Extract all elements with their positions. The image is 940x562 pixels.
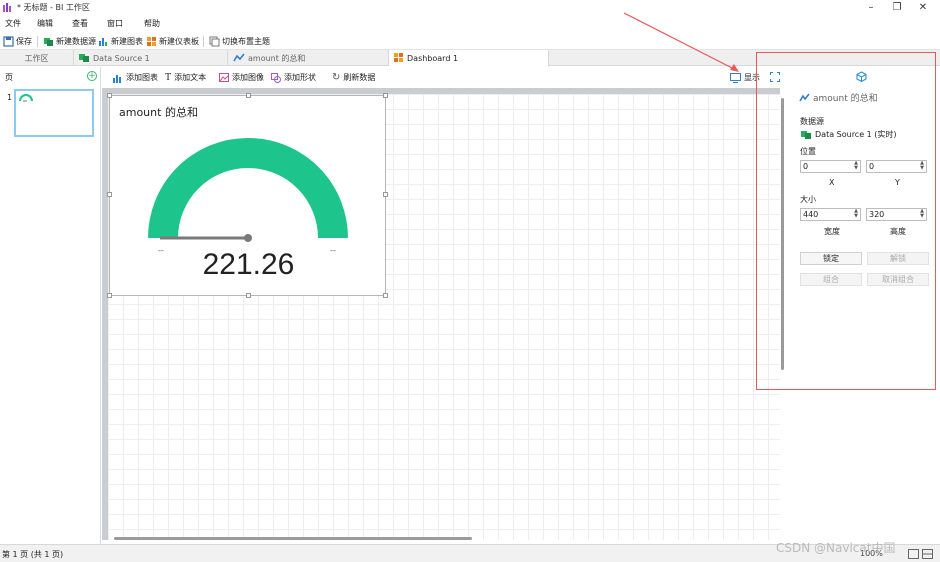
canvas-toolbar: 添加图表 T 添加文本 添加图像 添加形状 ↻ 刷新数据 显示 xyxy=(102,67,788,88)
plus-icon: + xyxy=(88,71,96,81)
save-label: 保存 xyxy=(16,37,32,46)
resize-handle-bottom-left[interactable] xyxy=(107,293,112,298)
add-shape-label: 添加形状 xyxy=(284,73,316,82)
app-logo-icon xyxy=(3,3,11,12)
tab-dashboard[interactable]: Dashboard 1 xyxy=(389,50,549,66)
menu-help[interactable]: 帮助 xyxy=(144,18,160,29)
tab-datasource-label: Data Source 1 xyxy=(93,53,150,63)
menu-view[interactable]: 查看 xyxy=(72,18,88,29)
pages-panel: 页 + 1 xyxy=(0,67,101,544)
tab-workspace-label: 工作区 xyxy=(24,53,49,63)
watermark: CSDN @Navicat中国 xyxy=(776,541,896,555)
menu-window[interactable]: 窗口 xyxy=(107,18,123,29)
resize-handle-left[interactable] xyxy=(107,192,112,197)
horizontal-scrollbar[interactable] xyxy=(114,537,472,540)
shape-icon xyxy=(271,72,281,83)
gauge-widget[interactable]: amount 的总和 -- -- 221.26 xyxy=(107,93,388,298)
refresh-data-button[interactable]: ↻ 刷新数据 xyxy=(332,72,375,83)
menu-edit[interactable]: 编辑 xyxy=(37,18,53,29)
resize-handle-top-right[interactable] xyxy=(383,93,388,98)
refresh-icon: ↻ xyxy=(332,72,341,83)
add-page-button[interactable]: + xyxy=(87,71,97,81)
save-icon xyxy=(3,36,14,47)
highlight-box xyxy=(756,52,936,390)
image-icon xyxy=(219,73,229,82)
new-chart-label: 新建图表 xyxy=(111,37,143,46)
pages-title: 页 xyxy=(5,73,13,82)
dashboard-icon xyxy=(147,37,156,46)
resize-handle-bottom[interactable] xyxy=(246,293,251,298)
add-text-button[interactable]: T 添加文本 xyxy=(165,72,206,83)
refresh-data-label: 刷新数据 xyxy=(343,73,376,82)
title-bar: * 无标题 - BI 工作区 – ❐ ✕ xyxy=(0,0,940,14)
datasource-icon xyxy=(79,54,89,62)
new-chart-button[interactable]: 新建图表 xyxy=(98,35,143,48)
gauge-value: 221.26 xyxy=(202,248,295,281)
switch-theme-label: 切换布置主题 xyxy=(222,37,270,46)
menu-file[interactable]: 文件 xyxy=(5,18,21,29)
bar-chart-icon xyxy=(113,74,121,83)
add-image-label: 添加图像 xyxy=(232,73,264,82)
tab-chart[interactable]: amount 的总和 xyxy=(228,50,389,66)
window-title: * 无标题 - BI 工作区 xyxy=(17,3,90,12)
close-icon: ✕ xyxy=(918,1,928,13)
minimize-button[interactable]: – xyxy=(858,0,884,14)
tab-dashboard-label: Dashboard 1 xyxy=(407,53,459,63)
new-datasource-label: 新建数据源 xyxy=(56,37,96,46)
new-datasource-button[interactable]: 新建数据源 xyxy=(43,35,96,48)
switch-theme-button[interactable]: 切换布置主题 xyxy=(209,35,270,48)
datasource-icon xyxy=(44,38,53,46)
add-image-button[interactable]: 添加图像 xyxy=(219,72,264,83)
text-icon: T xyxy=(165,72,172,83)
resize-handle-top[interactable] xyxy=(246,93,251,98)
resize-handle-right[interactable] xyxy=(383,192,388,197)
display-icon xyxy=(730,72,741,83)
tab-workspace[interactable]: 工作区 xyxy=(0,50,74,66)
resize-handle-bottom-right[interactable] xyxy=(383,293,388,298)
add-text-label: 添加文本 xyxy=(174,73,207,82)
chart-icon xyxy=(99,38,107,46)
new-dashboard-label: 新建仪表板 xyxy=(159,37,199,46)
add-shape-button[interactable]: 添加形状 xyxy=(271,72,316,83)
new-dashboard-button[interactable]: 新建仪表板 xyxy=(146,35,199,48)
restore-icon: ❐ xyxy=(892,1,902,13)
minimize-icon: – xyxy=(868,1,874,13)
add-chart-label: 添加图表 xyxy=(126,73,158,82)
layout-icons[interactable] xyxy=(908,549,934,559)
page-info: 第 1 页 (共 1 页) xyxy=(2,550,64,559)
add-chart-button[interactable]: 添加图表 xyxy=(113,72,158,83)
page-thumbnail[interactable] xyxy=(14,89,94,137)
restore-button[interactable]: ❐ xyxy=(884,0,910,14)
page-number: 1 xyxy=(7,93,13,102)
close-button[interactable]: ✕ xyxy=(910,0,936,14)
save-button[interactable]: 保存 xyxy=(3,35,32,48)
gauge-arc xyxy=(148,138,348,239)
dashboard-icon xyxy=(394,53,403,62)
resize-handle-top-left[interactable] xyxy=(107,93,112,98)
gauge-hub xyxy=(244,234,252,242)
menu-bar: 文件 编辑 查看 窗口 帮助 xyxy=(0,15,940,31)
chart-line-icon xyxy=(233,53,245,62)
theme-icon xyxy=(209,36,220,47)
tab-datasource[interactable]: Data Source 1 xyxy=(74,50,228,66)
main-toolbar: 保存 新建数据源 新建图表 新建仪表板 切换布置主题 xyxy=(0,32,940,50)
tab-chart-label: amount 的总和 xyxy=(248,53,306,63)
gauge-thumbnail-icon xyxy=(19,94,33,102)
